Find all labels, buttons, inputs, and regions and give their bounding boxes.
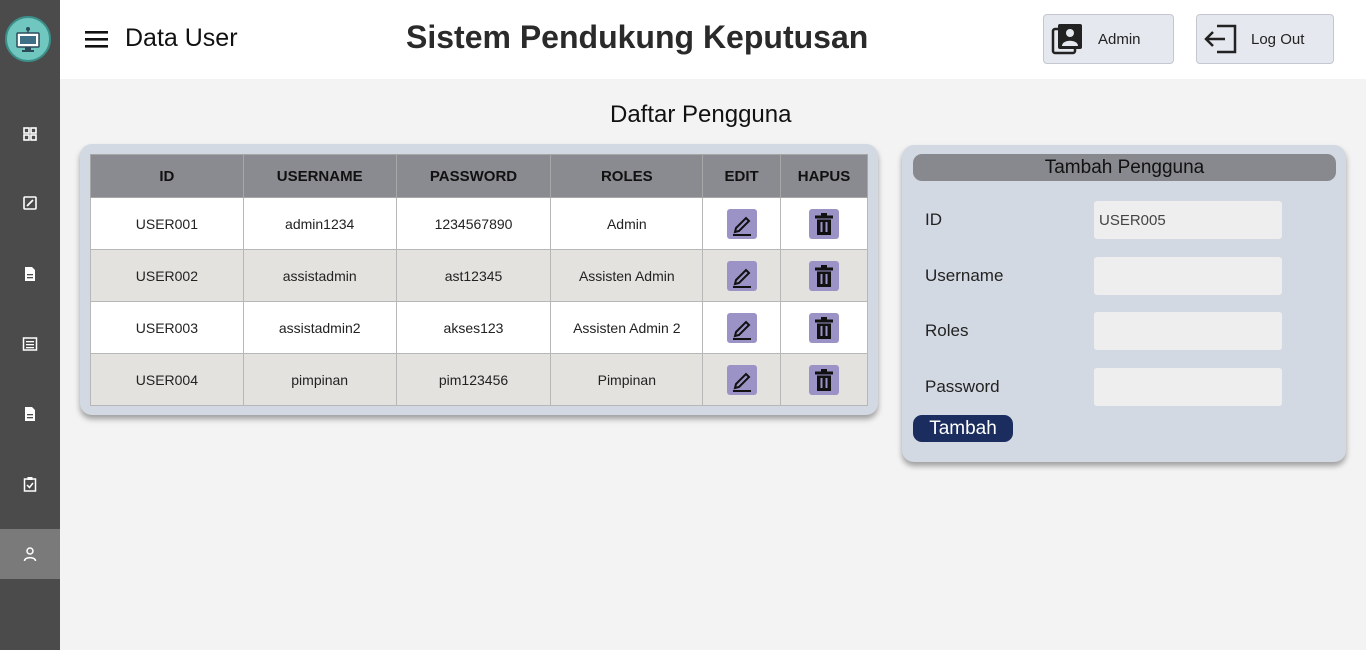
sidebar-item-list[interactable] [0, 319, 60, 369]
cell-username: assistadmin2 [242, 301, 397, 354]
form-title: Tambah Pengguna [913, 154, 1336, 181]
table-row: USER003 assistadmin2 akses123 Assisten A… [90, 301, 868, 354]
cell-roles: Admin [550, 197, 704, 250]
edit-square-icon [23, 196, 37, 210]
cell-username: admin1234 [242, 197, 397, 250]
column-header-hapus: HAPUS [780, 154, 868, 198]
table-header-row: ID USERNAME PASSWORD ROLES EDIT HAPUS [90, 154, 868, 198]
trash-icon [815, 212, 834, 235]
cell-hapus [780, 197, 868, 250]
document-icon [25, 407, 35, 421]
cell-id: USER001 [90, 197, 244, 250]
pencil-icon [732, 320, 751, 340]
admin-label: Admin [1098, 30, 1141, 48]
pencil-icon [732, 372, 751, 392]
list-icon [22, 337, 38, 351]
user-table-card: ID USERNAME PASSWORD ROLES EDIT HAPUS US… [80, 144, 878, 415]
id-field[interactable] [1094, 201, 1282, 239]
app-logo [5, 16, 51, 62]
edit-button[interactable] [726, 312, 757, 343]
cell-edit [702, 249, 782, 302]
table-row: USER002 assistadmin ast12345 Assisten Ad… [90, 249, 868, 302]
admin-profile-button[interactable]: Admin [1043, 14, 1174, 64]
contacts-icon [1051, 24, 1082, 55]
computer-logo-icon [16, 27, 40, 52]
section-title: Daftar Pengguna [610, 101, 792, 128]
cell-roles: Assisten Admin [550, 249, 704, 302]
sidebar-item-document-1[interactable] [0, 249, 60, 299]
sidebar-item-edit[interactable] [0, 178, 60, 228]
logout-button[interactable]: Log Out [1196, 14, 1334, 64]
column-header-username: USERNAME [242, 154, 397, 198]
top-header: Data User Sistem Pendukung Keputusan Adm… [60, 0, 1366, 79]
edit-button[interactable] [726, 364, 757, 395]
edit-button[interactable] [726, 260, 757, 291]
document-icon [25, 267, 35, 281]
cell-id: USER002 [90, 249, 244, 302]
logout-label: Log Out [1251, 30, 1305, 48]
sidebar-item-dashboard[interactable] [0, 109, 60, 159]
trash-icon [815, 264, 834, 287]
cell-hapus [780, 249, 868, 302]
cell-password: 1234567890 [395, 197, 552, 250]
trash-icon [815, 316, 834, 339]
sidebar-item-report[interactable] [0, 459, 60, 509]
cell-username: pimpinan [242, 353, 397, 406]
delete-button[interactable] [809, 260, 840, 291]
trash-icon [815, 368, 834, 391]
edit-button[interactable] [726, 208, 757, 239]
column-header-id: ID [90, 154, 244, 198]
delete-button[interactable] [809, 208, 840, 239]
user-icon [23, 547, 37, 562]
cell-edit [702, 197, 782, 250]
id-label: ID [925, 210, 942, 229]
column-header-roles: ROLES [550, 154, 704, 198]
sidebar-item-document-2[interactable] [0, 389, 60, 439]
roles-field[interactable] [1094, 312, 1282, 350]
cell-username: assistadmin [242, 249, 397, 302]
cell-roles: Pimpinan [550, 353, 704, 406]
password-label: Password [925, 377, 1000, 396]
add-user-button[interactable]: Tambah [913, 415, 1013, 442]
hamburger-menu-icon[interactable] [84, 26, 110, 52]
cell-roles: Assisten Admin 2 [550, 301, 704, 354]
add-user-form: Tambah Pengguna ID Username Roles Passwo… [902, 145, 1346, 462]
column-header-edit: EDIT [702, 154, 782, 198]
cell-edit [702, 353, 782, 406]
table-row: USER004 pimpinan pim123456 Pimpinan [90, 353, 868, 406]
username-field[interactable] [1094, 257, 1282, 295]
delete-button[interactable] [809, 312, 840, 343]
username-label: Username [925, 266, 1004, 285]
pencil-icon [732, 268, 751, 288]
user-table: ID USERNAME PASSWORD ROLES EDIT HAPUS US… [90, 154, 868, 406]
page-title: Data User [125, 24, 238, 52]
logout-icon [1204, 24, 1237, 54]
app-title: Sistem Pendukung Keputusan [406, 19, 869, 55]
cell-hapus [780, 353, 868, 406]
cell-edit [702, 301, 782, 354]
sidebar [0, 0, 60, 650]
delete-button[interactable] [809, 364, 840, 395]
table-row: USER001 admin1234 1234567890 Admin [90, 197, 868, 250]
sidebar-item-users[interactable] [0, 529, 60, 579]
dashboard-icon [23, 127, 37, 141]
cell-password: akses123 [395, 301, 552, 354]
cell-id: USER003 [90, 301, 244, 354]
cell-password: pim123456 [395, 353, 552, 406]
password-field[interactable] [1094, 368, 1282, 406]
roles-label: Roles [925, 321, 969, 340]
column-header-password: PASSWORD [395, 154, 552, 198]
pencil-icon [732, 216, 751, 236]
cell-hapus [780, 301, 868, 354]
cell-id: USER004 [90, 353, 244, 406]
clipboard-check-icon [23, 477, 37, 492]
cell-password: ast12345 [395, 249, 552, 302]
